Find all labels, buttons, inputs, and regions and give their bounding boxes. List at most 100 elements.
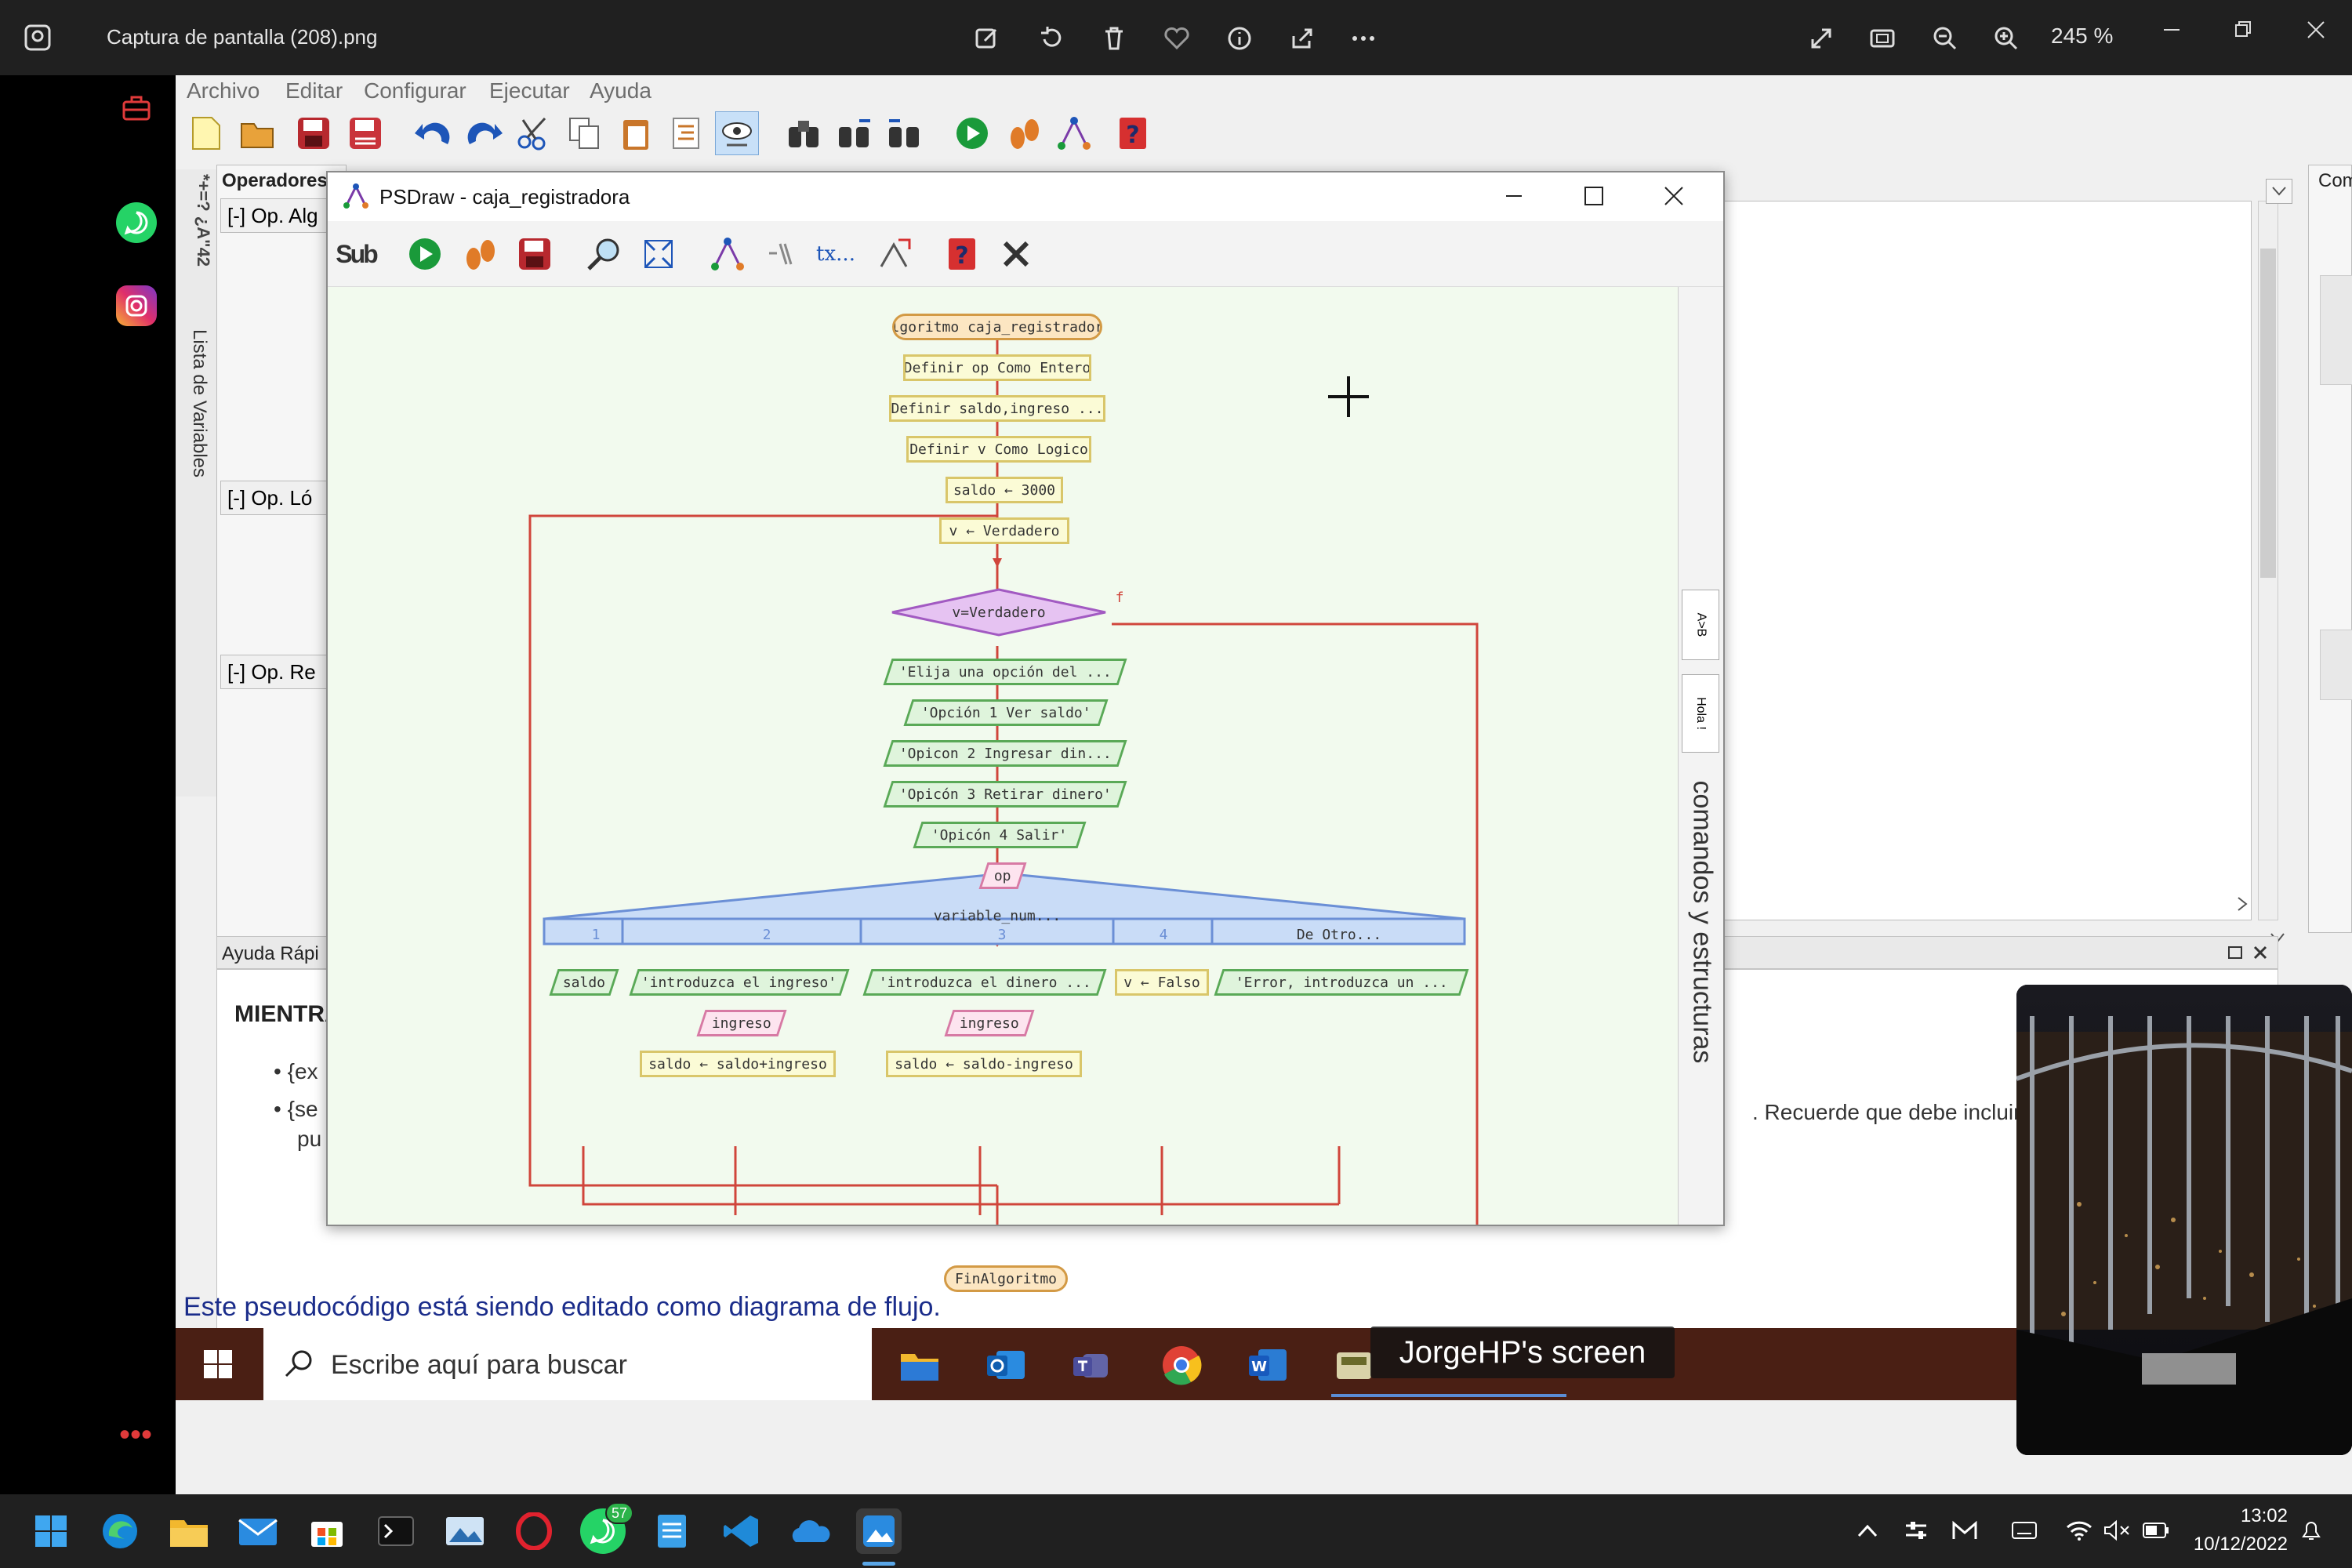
chrome-icon[interactable] <box>1159 1342 1204 1388</box>
subprocess-button[interactable]: Sub <box>334 232 378 276</box>
case3-read-node[interactable]: ingreso <box>944 1010 1035 1036</box>
export-icon[interactable] <box>872 232 916 276</box>
command-button[interactable] <box>2320 630 2352 700</box>
output-option3-node[interactable]: 'Opicón 3 Retirar dinero' <box>883 781 1127 808</box>
notifications-icon[interactable] <box>2296 1515 2327 1546</box>
zoom-out-icon[interactable] <box>1927 20 1963 56</box>
chevron-up-icon[interactable] <box>1853 1515 1882 1546</box>
save-as-icon[interactable] <box>343 111 387 155</box>
flowchart-tool-icon[interactable] <box>1052 111 1096 155</box>
define-op-node[interactable]: Definir op Como Entero <box>903 354 1091 381</box>
comment-icon[interactable] <box>760 232 804 276</box>
decision-tool[interactable]: A>B <box>1682 590 1719 660</box>
indent-icon[interactable] <box>665 111 709 155</box>
end-node[interactable]: FinAlgoritmo <box>944 1265 1068 1292</box>
wifi-icon[interactable] <box>2063 1515 2095 1546</box>
fit-to-window-icon[interactable] <box>1864 20 1900 56</box>
psdraw-maximize-icon[interactable] <box>1576 180 1612 212</box>
notepad-icon[interactable] <box>649 1508 695 1554</box>
case4-assign-node[interactable]: v ← Falso <box>1115 969 1209 996</box>
assign-v-node[interactable]: v ← Verdadero <box>939 517 1069 544</box>
file-explorer-icon[interactable] <box>897 1342 942 1388</box>
psdraw-step-icon[interactable] <box>458 232 502 276</box>
case1-output-node[interactable]: saldo <box>549 969 619 996</box>
edit-image-icon[interactable] <box>969 20 1005 56</box>
file-explorer-taskbar-icon[interactable] <box>166 1508 212 1554</box>
chevron-down-icon[interactable] <box>2266 179 2292 204</box>
instagram-icon[interactable] <box>116 285 157 326</box>
delete-icon[interactable] <box>1096 20 1132 56</box>
case3-assign-node[interactable]: saldo ← saldo-ingreso <box>886 1051 1082 1077</box>
undo-icon[interactable] <box>411 111 455 155</box>
teams-icon[interactable] <box>1069 1342 1115 1388</box>
text-mode-button[interactable]: tx... <box>812 232 859 276</box>
windows-start-icon[interactable] <box>28 1508 74 1554</box>
minimize-icon[interactable] <box>2154 13 2189 47</box>
gmail-icon[interactable] <box>1949 1515 1980 1546</box>
psdraw-help-icon[interactable]: ? <box>941 232 985 276</box>
more-options-icon[interactable] <box>1345 20 1381 56</box>
save-icon[interactable] <box>292 111 336 155</box>
volume-muted-icon[interactable] <box>2101 1515 2132 1546</box>
keyboard-icon[interactable] <box>2009 1515 2040 1546</box>
rotate-icon[interactable] <box>1033 20 1069 56</box>
controls-icon[interactable] <box>1900 1515 1932 1546</box>
commands-structures-label[interactable]: comandos y estructuras <box>1687 781 1718 1064</box>
find-next-icon[interactable] <box>833 111 877 155</box>
psdraw-save-icon[interactable] <box>513 232 557 276</box>
psdraw-flowchart-icon[interactable] <box>706 232 750 276</box>
help-icon[interactable]: ? <box>1112 111 1156 155</box>
menu-editar[interactable]: Editar <box>285 78 343 103</box>
mail-icon[interactable] <box>235 1508 281 1554</box>
photos-active-icon[interactable] <box>856 1508 902 1554</box>
clock-time[interactable]: 13:02 <box>2195 1505 2288 1527</box>
run-icon[interactable] <box>950 111 994 155</box>
clock-date[interactable]: 10/12/2022 <box>2180 1534 2288 1555</box>
output-tool[interactable]: Hola ! <box>1682 674 1719 753</box>
menu-configurar[interactable]: Configurar <box>364 78 466 103</box>
psdraw-close-icon[interactable] <box>1656 180 1692 212</box>
menu-ejecutar[interactable]: Ejecutar <box>489 78 570 103</box>
battery-icon[interactable] <box>2140 1515 2172 1546</box>
define-saldo-node[interactable]: Definir saldo,ingreso ... <box>889 395 1105 422</box>
output-option2-node[interactable]: 'Opicon 2 Ingresar din... <box>883 740 1127 767</box>
start-node[interactable]: Algoritmo caja_registradora <box>892 314 1102 340</box>
maximize-panel-icon[interactable] <box>2224 942 2246 964</box>
menu-archivo[interactable]: Archivo <box>187 78 260 103</box>
share-icon[interactable] <box>1284 20 1320 56</box>
favorite-icon[interactable] <box>1159 20 1195 56</box>
zoom-icon[interactable] <box>582 232 626 276</box>
editor-vertical-scrollbar[interactable] <box>2258 201 2278 920</box>
binoculars-icon[interactable] <box>782 111 826 155</box>
opera-icon[interactable] <box>511 1508 557 1554</box>
new-file-icon[interactable] <box>183 111 227 155</box>
terminal-icon[interactable] <box>373 1508 419 1554</box>
assign-saldo-node[interactable]: saldo ← 3000 <box>946 477 1063 503</box>
zoom-in-icon[interactable] <box>1988 20 2024 56</box>
whatsapp-icon[interactable] <box>116 202 157 243</box>
output-option1-node[interactable]: 'Opción 1 Ver saldo' <box>903 699 1109 726</box>
output-prompt-node[interactable]: 'Elija una opción del ... <box>883 659 1127 685</box>
word-icon[interactable]: W <box>1245 1342 1290 1388</box>
case3-output-node[interactable]: 'introduzca el dinero ... <box>862 969 1107 996</box>
find-prev-icon[interactable] <box>883 111 927 155</box>
paste-icon[interactable] <box>615 111 659 155</box>
fullscreen-icon[interactable] <box>1803 20 1839 56</box>
default-output-node[interactable]: 'Error, introduzca un ... <box>1214 969 1469 996</box>
step-by-step-icon[interactable] <box>1002 111 1046 155</box>
copy-icon[interactable] <box>563 111 607 155</box>
case2-output-node[interactable]: 'introduzca el ingreso' <box>629 969 850 996</box>
search-box[interactable]: Escribe aquí para buscar <box>263 1328 872 1400</box>
more-dots-icon[interactable]: ••• <box>119 1419 152 1450</box>
briefcase-icon[interactable] <box>119 91 154 125</box>
photos-taskbar-icon[interactable] <box>442 1508 488 1554</box>
close-icon[interactable] <box>2299 13 2333 47</box>
zoom-level[interactable]: 245 % <box>2051 24 2113 49</box>
psdraw-run-icon[interactable] <box>403 232 447 276</box>
flowchart-canvas[interactable]: v=Verdadero f variable_num... 1 2 3 4 De… <box>328 287 1678 1292</box>
cut-icon[interactable] <box>511 111 555 155</box>
menu-ayuda[interactable]: Ayuda <box>590 78 652 103</box>
case2-read-node[interactable]: ingreso <box>696 1010 787 1036</box>
fit-diagram-icon[interactable] <box>637 232 681 276</box>
outlook-icon[interactable] <box>983 1342 1029 1388</box>
